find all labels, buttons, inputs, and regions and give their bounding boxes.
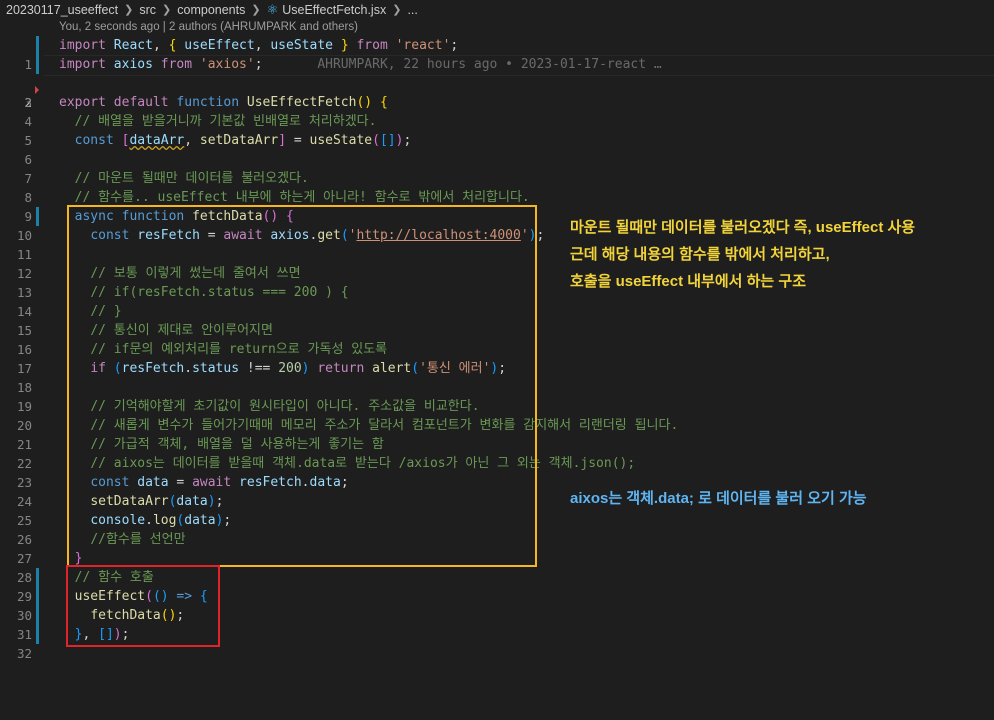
- code-line: 14 // if(resFetch.status === 200 ) {: [0, 283, 994, 319]
- code-line: 17 // if문의 예외처리를 return으로 가독성 있도록: [0, 340, 994, 376]
- git-modified-marker: [36, 587, 39, 606]
- code-line: 29 // 함수 호출: [0, 568, 994, 604]
- chevron-right-icon: ❯: [251, 4, 261, 16]
- chevron-right-icon: ❯: [162, 4, 172, 16]
- chevron-right-icon: ❯: [392, 4, 402, 16]
- breadcrumb-folder-components[interactable]: components: [177, 3, 245, 17]
- git-modified-marker: [36, 568, 39, 587]
- git-modified-marker: [36, 625, 39, 644]
- annotation-line-3: 호출을 useEffect 내부에서 하는 구조: [570, 273, 806, 290]
- annotation-axios-data: aixos는 객체.data; 로 데이터를 불러 오기 가능: [570, 490, 867, 507]
- code-line: 13 // 보통 이렇게 썼는데 줄여서 쓰면: [0, 264, 994, 300]
- code-line: 7: [0, 150, 994, 186]
- annotation-line-1: 마운트 될때만 데이터를 불러오겠다 즉, useEffect 사용: [570, 219, 916, 236]
- breadcrumb: 20230117_useeffect ❯ src ❯ components ❯ …: [0, 0, 994, 19]
- breadcrumb-folder-project[interactable]: 20230117_useeffect: [6, 3, 118, 17]
- code-line: 18 if (resFetch.status !== 200) return a…: [0, 359, 994, 395]
- code-line: 20 // 기억해야할게 초기값이 원시타입이 아니다. 주소값을 비교한다.: [0, 397, 994, 433]
- code-line: 23 // aixos는 데이터를 받을때 객체.data로 받는다 /axio…: [0, 454, 994, 490]
- code-line: 26 console.log(data);: [0, 511, 994, 547]
- code-line: 9 // 함수를.. useEffect 내부에 하는게 아니라! 함수로 밖에…: [0, 188, 994, 224]
- code-line: 12: [0, 245, 994, 281]
- code-editor[interactable]: 1 import React, { useEffect, useState } …: [0, 36, 994, 661]
- chevron-right-icon: ❯: [124, 4, 134, 16]
- code-line: 16 // 통신이 제대로 안이루어지면: [0, 321, 994, 357]
- code-line: 15 // }: [0, 302, 994, 338]
- code-line: 6 const [dataArr, setDataArr] = useState…: [0, 131, 994, 167]
- git-modified-marker: [36, 55, 39, 74]
- annotation-line-2: 근데 해당 내용의 함수를 밖에서 처리하고,: [570, 246, 830, 263]
- code-line: 22 // 가급적 객체, 배열을 덜 사용하는게 좋기는 함: [0, 435, 994, 471]
- git-modified-marker: [36, 36, 39, 55]
- code-line: 8 // 마운트 될때만 데이터를 불러오겠다.: [0, 169, 994, 205]
- line-number: 32: [16, 646, 32, 661]
- code-line: 27 //함수를 선언만: [0, 530, 994, 566]
- code-line: 28 }: [0, 549, 994, 585]
- code-line: 4 export default function UseEffectFetch…: [0, 93, 994, 129]
- inline-blame: AHRUMPARK, 22 hours ago • 2023-01-17-rea…: [317, 57, 662, 72]
- breadcrumb-file[interactable]: UseEffectFetch.jsx: [282, 3, 386, 17]
- code-line: 31 fetchData();: [0, 606, 994, 642]
- codelens-blame[interactable]: You, 2 seconds ago | 2 authors (AHRUMPAR…: [59, 21, 358, 37]
- git-modified-marker: [36, 207, 39, 226]
- code-line: 19: [0, 378, 994, 414]
- code-line: 1 import React, { useEffect, useState } …: [0, 36, 994, 72]
- code-line: 21 // 새롭게 변수가 들어가기때매 메모리 주소가 달라서 컴포넌트가 변…: [0, 416, 994, 452]
- git-modified-marker: [36, 606, 39, 625]
- code-line: 30 useEffect(() => {: [0, 587, 994, 623]
- code-line-current: 2 import axios from 'axios'; AHRUMPARK, …: [0, 55, 994, 110]
- code-line: 32 }, []);: [0, 625, 994, 661]
- code-line: 3: [0, 74, 994, 110]
- breadcrumb-symbol[interactable]: ...: [407, 3, 417, 17]
- react-file-icon: ⚛: [266, 1, 279, 17]
- code-line: 5 // 배열을 받을거니까 기본값 빈배열로 처리하겠다.: [0, 112, 994, 148]
- breadcrumb-folder-src[interactable]: src: [139, 3, 156, 17]
